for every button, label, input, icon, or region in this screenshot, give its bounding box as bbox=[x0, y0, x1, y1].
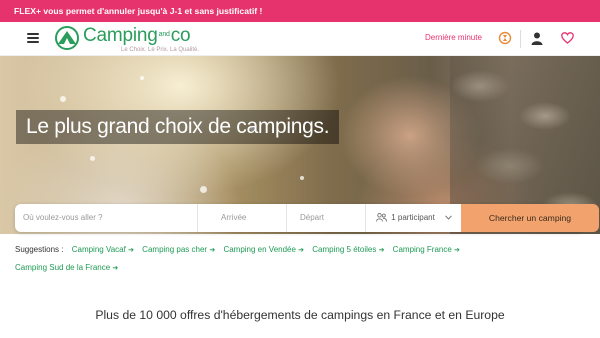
header-divider bbox=[520, 30, 521, 48]
suggestion-link[interactable]: Camping Sud de la France ➔ bbox=[15, 263, 118, 272]
water-splash bbox=[140, 76, 144, 80]
hourglass-icon[interactable] bbox=[498, 31, 512, 45]
suggestions-label: Suggestions : bbox=[15, 245, 64, 254]
heart-icon[interactable] bbox=[561, 32, 574, 44]
suggestion-link[interactable]: Camping 5 étoiles ➔ bbox=[312, 245, 384, 254]
search-bar: Où voulez-vous aller ? Arrivée Départ 1 … bbox=[15, 204, 599, 232]
search-button[interactable]: Chercher un camping bbox=[461, 204, 599, 232]
people-icon bbox=[376, 213, 388, 222]
chevron-down-icon bbox=[445, 215, 452, 220]
arrival-date-input[interactable]: Arrivée bbox=[213, 204, 287, 232]
water-splash bbox=[60, 96, 66, 102]
suggestion-link[interactable]: Camping Vacaf ➔ bbox=[72, 245, 134, 254]
last-minute-link[interactable]: Dernière minute bbox=[425, 33, 482, 42]
destination-input[interactable]: Où voulez-vous aller ? bbox=[15, 204, 198, 232]
departure-date-input[interactable]: Départ bbox=[292, 204, 366, 232]
participants-select[interactable]: 1 participant bbox=[368, 204, 460, 232]
suggestion-link[interactable]: Camping en Vendée ➔ bbox=[223, 245, 304, 254]
suggestion-link[interactable]: Camping pas cher ➔ bbox=[142, 245, 215, 254]
logo-tagline: Le Choix. Le Prix. La Qualité. bbox=[121, 47, 200, 53]
offers-heading: Plus de 10 000 offres d'hébergements de … bbox=[95, 308, 505, 322]
logo-wordmark: Campingandco bbox=[83, 25, 191, 46]
water-splash bbox=[200, 186, 207, 193]
suggestions: Suggestions : Camping Vacaf ➔ Camping pa… bbox=[15, 241, 595, 277]
hero-title: Le plus grand choix de campings. bbox=[16, 110, 340, 144]
site-header: Campingandco Le Choix. Le Prix. La Quali… bbox=[0, 22, 600, 56]
water-splash bbox=[300, 176, 304, 180]
water-splash bbox=[90, 156, 95, 161]
user-icon[interactable] bbox=[531, 32, 543, 45]
participants-value: 1 participant bbox=[391, 213, 435, 222]
menu-icon[interactable] bbox=[27, 33, 39, 43]
suggestion-link[interactable]: Camping France ➔ bbox=[393, 245, 460, 254]
promo-banner: FLEX+ vous permet d'annuler jusqu'à J-1 … bbox=[0, 0, 600, 22]
tent-logo-icon bbox=[55, 26, 79, 50]
